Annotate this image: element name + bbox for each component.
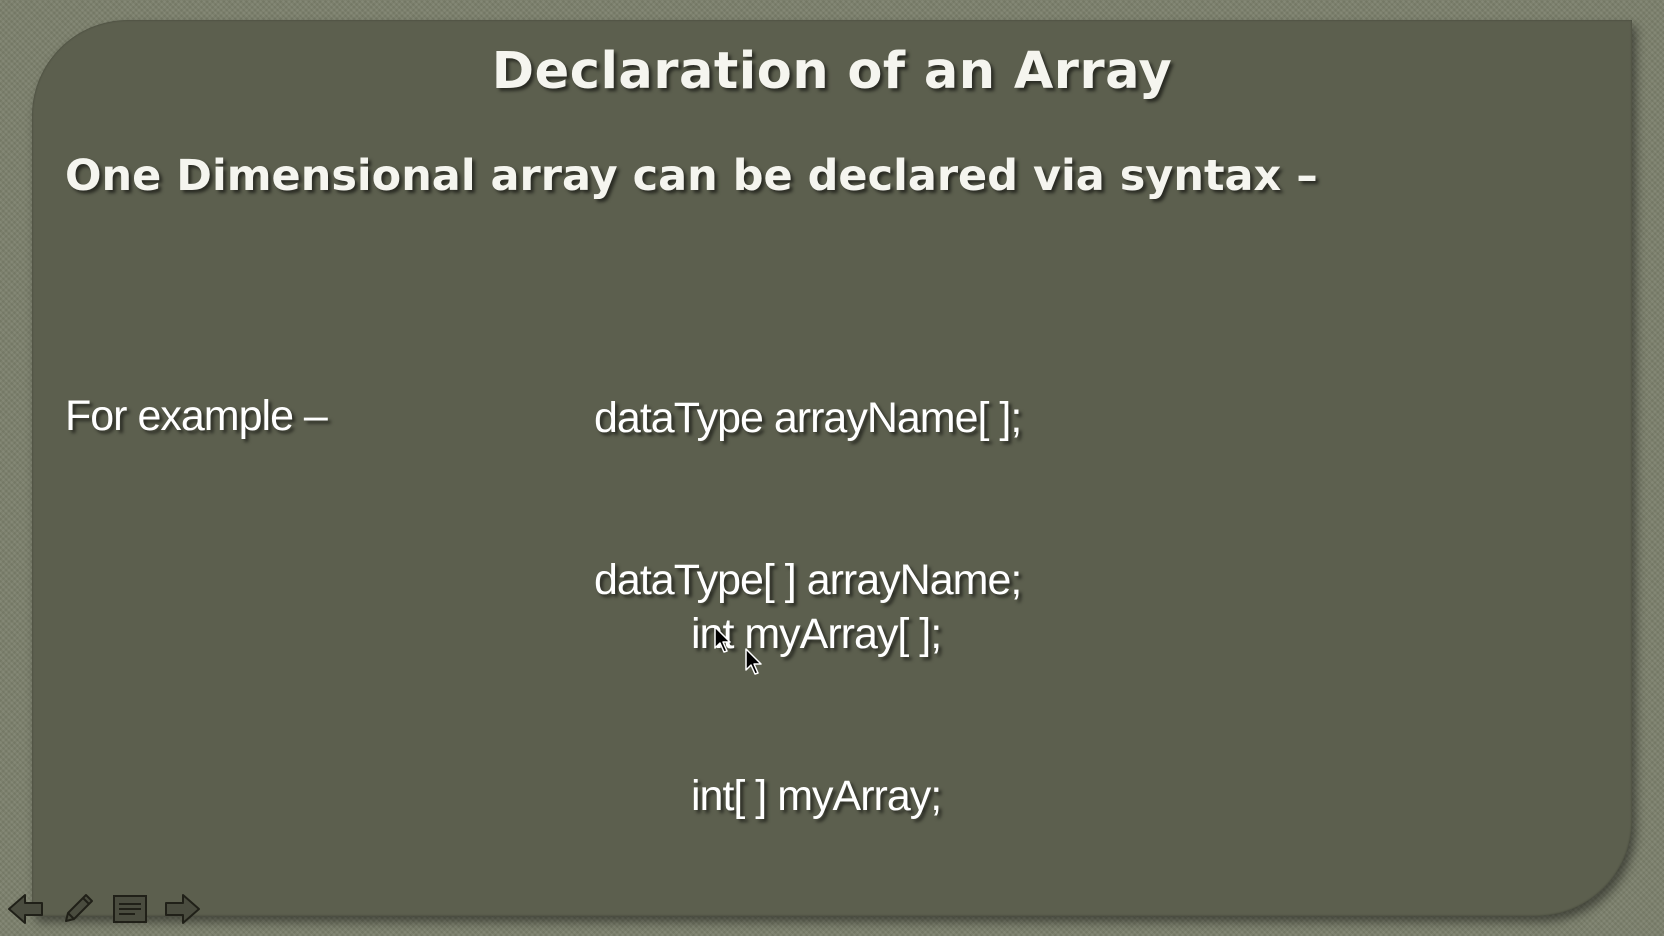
arrow-left-icon	[8, 894, 43, 924]
syntax-line-1: dataType arrayName[ ];	[594, 394, 1022, 442]
slide-menu-button[interactable]	[110, 889, 150, 929]
slideshow-nav-bar	[6, 889, 202, 929]
previous-slide-button[interactable]	[6, 889, 46, 929]
example-code-block: int myArray[ ]; int[ ] myArray;	[691, 499, 942, 877]
example-line-2: int[ ] myArray;	[691, 772, 942, 820]
pen-tool-button[interactable]	[58, 889, 98, 929]
mouse-pointer-icon	[714, 626, 731, 653]
mouse-pointer-icon	[745, 648, 762, 675]
next-slide-button[interactable]	[162, 889, 202, 929]
menu-icon	[113, 895, 147, 923]
pencil-icon	[65, 894, 93, 922]
slide-title: Declaration of an Array	[491, 42, 1173, 101]
example-label: For example –	[65, 392, 328, 440]
arrow-right-icon	[165, 894, 200, 924]
slide-subheading: One Dimensional array can be declared vi…	[65, 151, 1318, 201]
